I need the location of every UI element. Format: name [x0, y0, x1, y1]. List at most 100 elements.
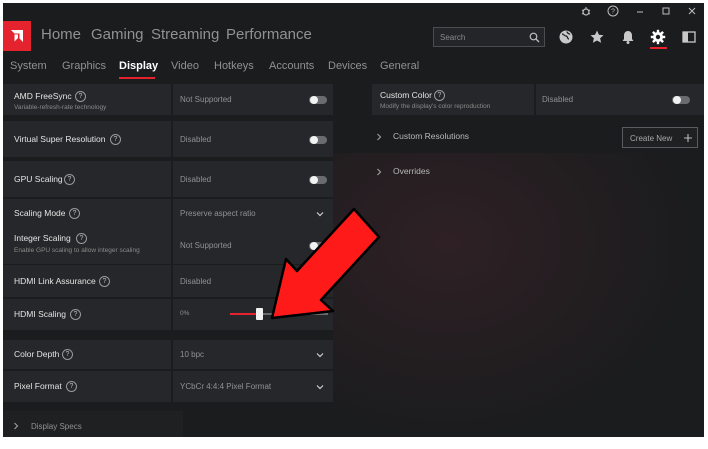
nav-gaming[interactable]: Gaming: [91, 25, 144, 45]
setting-row-scaling-mode: Scaling Mode ? Preserve aspect ratio: [3, 199, 333, 228]
slider-value: 0%: [180, 310, 190, 317]
setting-label: GPU Scaling: [14, 174, 63, 184]
help-icon[interactable]: ?: [70, 309, 81, 320]
setting-label-cell: Virtual Super Resolution ?: [3, 121, 171, 157]
gpu-scaling-toggle[interactable]: [309, 176, 327, 184]
chevron-right-icon: [377, 168, 382, 176]
amd-software-window: ? Home Gaming Streaming Performance Sear…: [3, 3, 704, 437]
setting-label: Pixel Format: [14, 381, 62, 391]
maximize-icon[interactable]: [658, 5, 674, 19]
setting-label: AMD FreeSync: [14, 91, 72, 101]
setting-row-freesync: AMD FreeSync ? Variable-refresh-rate tec…: [3, 84, 333, 115]
setting-value-cell: 0%: [173, 299, 333, 330]
setting-row-integer-scaling: Integer Scaling ? Enable GPU scaling to …: [3, 228, 333, 264]
nav-streaming[interactable]: Streaming: [151, 25, 219, 45]
setting-row-pixel-format: Pixel Format ? YCbCr 4:4:4 Pixel Format: [3, 371, 333, 402]
setting-label: Scaling Mode: [14, 208, 66, 218]
setting-label-cell: HDMI Link Assurance ?: [3, 265, 171, 297]
integer-scaling-toggle[interactable]: [309, 242, 327, 250]
amd-logo[interactable]: [3, 21, 31, 51]
setting-label: Color Depth: [14, 349, 60, 359]
vsr-toggle[interactable]: [309, 136, 327, 144]
search-icon[interactable]: [529, 32, 540, 43]
setting-label-cell-custom-color: Custom Color ? Modify the display's colo…: [372, 84, 534, 115]
setting-value: Disabled: [180, 175, 212, 184]
help-icon[interactable]: ?: [75, 91, 86, 102]
setting-row-gpu-scaling: GPU Scaling ? Disabled: [3, 161, 333, 197]
plus-icon: [684, 134, 692, 142]
setting-label-cell: Integer Scaling ? Enable GPU scaling to …: [3, 228, 171, 264]
setting-value: Disabled: [542, 95, 574, 104]
setting-value-cell: Not Supported: [173, 228, 333, 264]
star-icon[interactable]: [589, 29, 605, 45]
tab-video[interactable]: Video: [171, 59, 199, 73]
setting-label: Custom Color: [380, 90, 432, 100]
scaling-mode-dropdown[interactable]: Preserve aspect ratio: [173, 199, 333, 228]
help-icon[interactable]: ?: [434, 90, 445, 101]
custom-resolutions-expander[interactable]: Custom Resolutions: [375, 130, 575, 144]
tab-accounts[interactable]: Accounts: [269, 59, 314, 73]
minimize-icon[interactable]: [632, 5, 648, 19]
setting-value-cell: Disabled: [173, 161, 333, 197]
hdmi-scaling-slider[interactable]: [230, 313, 328, 315]
color-depth-dropdown[interactable]: 10 bpc: [173, 340, 333, 369]
search-box: [433, 27, 545, 47]
tab-devices[interactable]: Devices: [328, 59, 367, 73]
tab-hotkeys[interactable]: Hotkeys: [214, 59, 254, 73]
display-settings-list: AMD FreeSync ? Variable-refresh-rate tec…: [3, 81, 333, 437]
setting-row-color-depth: Color Depth ? 10 bpc: [3, 340, 333, 369]
gear-icon[interactable]: [650, 29, 666, 45]
setting-value: YCbCr 4:4:4 Pixel Format: [180, 382, 272, 391]
setting-row-hdmi-link-assurance: HDMI Link Assurance ? Disabled: [3, 265, 333, 297]
pixel-format-dropdown[interactable]: YCbCr 4:4:4 Pixel Format: [173, 371, 333, 402]
freesync-toggle[interactable]: [309, 96, 327, 104]
setting-label-cell: HDMI Scaling ?: [3, 299, 171, 330]
setting-label-cell: AMD FreeSync ? Variable-refresh-rate tec…: [3, 84, 171, 115]
setting-description: Enable GPU scaling to allow integer scal…: [14, 247, 140, 254]
setting-label: Integer Scaling: [14, 233, 71, 243]
active-tab-indicator: [119, 77, 155, 79]
search-input[interactable]: [440, 31, 520, 44]
background-glow: [333, 153, 704, 437]
help-icon[interactable]: ?: [69, 208, 80, 219]
title-bar: ?: [3, 3, 704, 21]
amd-logo-icon: [11, 30, 23, 42]
help-icon[interactable]: ?: [64, 174, 75, 185]
nav-home[interactable]: Home: [41, 25, 81, 45]
setting-label-cell: Pixel Format ?: [3, 371, 171, 402]
create-new-button[interactable]: Create New: [622, 127, 698, 148]
globe-icon[interactable]: [558, 29, 574, 45]
chevron-right-icon: [14, 422, 19, 430]
slider-thumb[interactable]: [256, 308, 263, 320]
help-icon[interactable]: ?: [605, 5, 621, 19]
tab-system[interactable]: System: [10, 59, 47, 73]
tab-graphics[interactable]: Graphics: [62, 59, 106, 73]
close-icon[interactable]: [684, 5, 700, 19]
help-icon[interactable]: ?: [66, 381, 77, 392]
display-specs-expander[interactable]: Display Specs: [3, 411, 183, 437]
setting-value: 10 bpc: [180, 350, 205, 359]
setting-label: HDMI Scaling: [14, 309, 66, 319]
overrides-expander[interactable]: Overrides: [375, 165, 575, 179]
help-icon[interactable]: ?: [62, 349, 73, 360]
tab-display[interactable]: Display: [119, 59, 158, 73]
bell-icon[interactable]: [620, 29, 636, 45]
setting-value: Disabled: [180, 277, 212, 286]
slider-fill: [230, 313, 259, 315]
help-icon[interactable]: ?: [110, 134, 121, 145]
setting-label: HDMI Link Assurance: [14, 276, 96, 286]
bug-icon[interactable]: [578, 5, 594, 19]
tab-general[interactable]: General: [380, 59, 419, 73]
setting-description: Variable-refresh-rate technology: [14, 104, 107, 111]
nav-performance[interactable]: Performance: [226, 25, 312, 45]
setting-label-cell: Color Depth ?: [3, 340, 171, 369]
help-icon[interactable]: ?: [76, 233, 87, 244]
custom-color-toggle[interactable]: [672, 96, 690, 104]
setting-row-vsr: Virtual Super Resolution ? Disabled: [3, 121, 333, 157]
create-new-label: Create New: [630, 134, 673, 143]
sidebar-icon[interactable]: [681, 29, 697, 45]
help-icon[interactable]: ?: [99, 276, 110, 287]
setting-value-cell-custom-color: Disabled: [536, 84, 704, 115]
settings-active-indicator: [650, 47, 667, 49]
setting-value: Not Supported: [180, 95, 232, 104]
